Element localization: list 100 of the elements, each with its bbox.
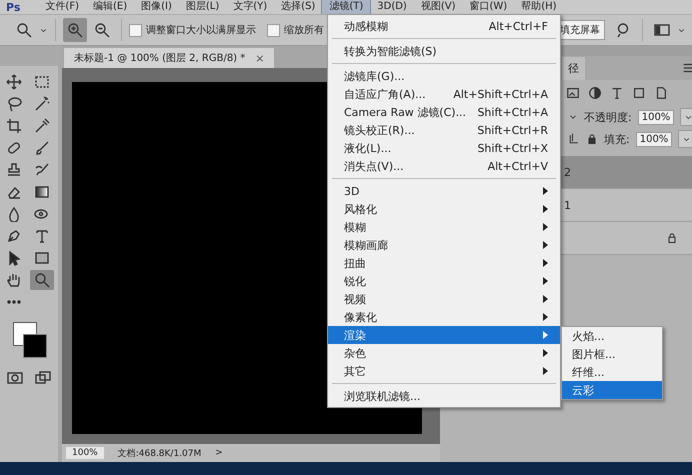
image-icon [566, 86, 580, 100]
fill-label: 填充: [604, 132, 630, 146]
transform-icon [632, 86, 646, 100]
submenu-arrow-icon [543, 313, 548, 321]
hand-icon [6, 272, 22, 288]
quick-mask-icon [7, 370, 23, 386]
menu-item[interactable]: 图层(L) [178, 0, 226, 14]
zoom-in-icon [67, 22, 83, 38]
eyedropper-icon [34, 118, 50, 134]
document-title: 未标题-1 @ 100% (图层 2, RGB/8) * [74, 52, 246, 65]
menu-item[interactable]: 窗口(W) [462, 0, 514, 14]
type-icon [34, 228, 50, 244]
shortcut-text: Alt+Shift+Ctrl+A [453, 88, 548, 100]
menu-icon [682, 61, 692, 75]
menu-item[interactable]: 扭曲 [328, 254, 560, 272]
menu-item[interactable]: 锐化 [328, 272, 560, 290]
zoom-icon [16, 22, 32, 38]
layer-name: 1 [564, 198, 571, 212]
move-icon [6, 74, 22, 90]
submenu-arrow-icon [543, 277, 548, 285]
menu-item[interactable]: 视频 [328, 290, 560, 308]
menu-item[interactable]: 风格化 [328, 200, 560, 218]
menu-item[interactable]: 自适应广角(A)... Alt+Shift+Ctrl+A [328, 85, 560, 103]
lock-icon [586, 133, 598, 145]
workspace-icon [653, 22, 671, 38]
menu-item[interactable]: 帮助(H) [514, 0, 564, 14]
zoom-level-field[interactable]: 100% [66, 447, 104, 459]
menu-item[interactable]: 渲染 [328, 326, 560, 344]
submenu-item[interactable]: 图片框... [562, 345, 662, 363]
layer-name: 2 [564, 166, 571, 178]
zoom-icon [34, 272, 50, 288]
checkbox-label: 缩放所有 [284, 24, 324, 37]
gradient-icon [34, 184, 50, 200]
opacity-label: 不透明度: [584, 110, 632, 124]
submenu-arrow-icon [543, 187, 548, 195]
app-logo: Ps [6, 0, 20, 14]
tool-button[interactable] [30, 270, 54, 290]
menu-item[interactable]: 滤镜库(G)... [328, 67, 560, 85]
menu-item[interactable]: 选择(S) [274, 0, 322, 14]
history-brush-icon [34, 162, 50, 178]
menu-item[interactable]: 3D [328, 182, 560, 200]
half-circle-icon [588, 86, 602, 100]
marquee-icon [34, 74, 50, 90]
menu-item[interactable]: 镜头校正(R)... Shift+Ctrl+R [328, 121, 560, 139]
menu-item[interactable]: 图像(I) [134, 0, 179, 14]
bandage-icon [6, 140, 22, 156]
menu-item[interactable]: 模糊 [328, 218, 560, 236]
menu-item[interactable]: 像素化 [328, 308, 560, 326]
menu-item[interactable]: 杂色 [328, 344, 560, 362]
panel-tab[interactable]: 径 [562, 56, 585, 80]
lasso-icon [6, 96, 22, 112]
checkbox[interactable] [129, 24, 142, 36]
magic-wand-icon [34, 96, 50, 112]
submenu-arrow-icon [543, 367, 548, 375]
checkbox[interactable] [267, 24, 280, 36]
submenu-item[interactable]: 火焰... [562, 327, 662, 345]
menu-item[interactable]: 编辑(E) [86, 0, 134, 14]
opacity-field[interactable]: 100% [638, 110, 674, 124]
menu-item[interactable]: 文件(F) [38, 0, 86, 14]
submenu-item[interactable]: 纤维... [562, 363, 662, 381]
eraser-icon [6, 184, 22, 200]
menu-item[interactable]: 滤镜(T) [322, 0, 370, 14]
submenu-arrow-icon [543, 241, 548, 249]
submenu-arrow-icon [543, 295, 548, 303]
artboard-lock-icon [568, 133, 580, 145]
drop-icon [6, 206, 22, 222]
close-button[interactable]: × [255, 52, 264, 64]
document-info: 文档:468.8K/1.07M [118, 448, 202, 460]
menu-item[interactable]: 液化(L)... Shift+Ctrl+X [328, 139, 560, 157]
status-menu-arrow[interactable]: > [215, 448, 223, 458]
rectangle-icon [34, 250, 50, 266]
type-icon [610, 86, 624, 100]
stamp-icon [6, 162, 22, 178]
submenu-arrow-icon [543, 259, 548, 267]
menu-item[interactable]: 其它 [328, 362, 560, 380]
submenu-arrow-icon [543, 205, 548, 213]
menu-item[interactable]: 转换为智能滤镜(S) [328, 42, 560, 60]
menu-item[interactable]: Camera Raw 滤镜(C)... Shift+Ctrl+A [328, 103, 560, 121]
menu-item[interactable]: 模糊画廊 [328, 236, 560, 254]
submenu-arrow-icon [543, 331, 548, 339]
lock-icon [666, 232, 678, 244]
fill-field[interactable]: 100% [636, 132, 672, 146]
menu-item[interactable]: 浏览联机滤镜... [328, 387, 560, 405]
shortcut-text: Shift+Ctrl+R [477, 124, 548, 136]
menu-item[interactable]: 视图(V) [414, 0, 462, 14]
crop-icon [6, 118, 22, 134]
menu-item[interactable]: 消失点(V)... Alt+Ctrl+V [328, 157, 560, 175]
pen-icon [6, 228, 22, 244]
smart-object-icon [654, 86, 668, 100]
zoom-out-icon [94, 22, 110, 38]
submenu-arrow-icon [543, 223, 548, 231]
shortcut-text: Alt+Ctrl+V [488, 160, 548, 172]
menu-item[interactable]: 文字(Y) [226, 0, 274, 14]
submenu-item[interactable]: 云彩 [562, 381, 662, 399]
zoom-in-button[interactable] [63, 18, 87, 42]
document-tab[interactable]: 未标题-1 @ 100% (图层 2, RGB/8) * × [64, 48, 274, 68]
checkbox-label: 调整窗口大小以满屏显示 [146, 24, 256, 37]
submenu-arrow-icon [543, 349, 548, 357]
menu-item[interactable]: 3D(D) [370, 0, 414, 14]
shortcut-text: Shift+Ctrl+X [477, 142, 548, 154]
